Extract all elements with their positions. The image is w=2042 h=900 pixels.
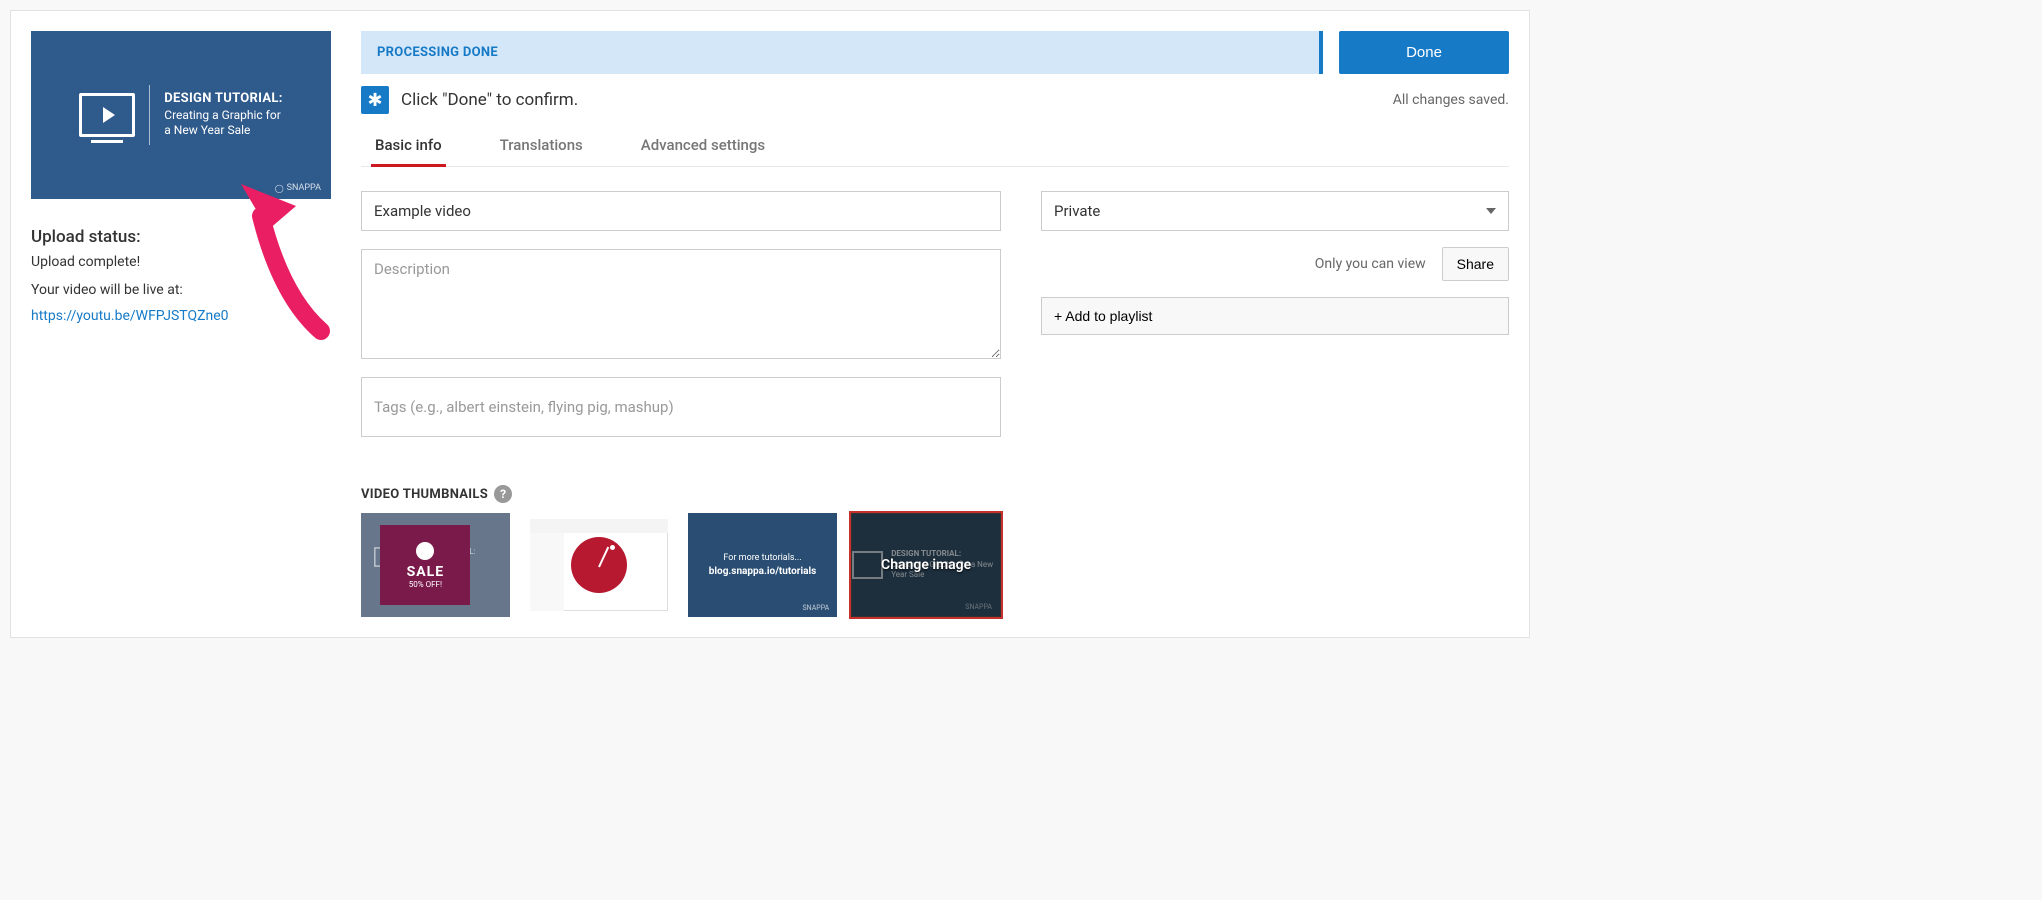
thumb3-line2: blog.snappa.io/tutorials	[709, 566, 816, 577]
processing-status-bar: PROCESSING DONE	[361, 31, 1323, 74]
video-url-link[interactable]: https://youtu.be/WFPJSTQZne0	[31, 308, 229, 324]
tab-basic-info[interactable]: Basic info	[371, 128, 446, 167]
help-icon[interactable]: ?	[494, 485, 512, 503]
video-title-input[interactable]	[361, 191, 1001, 231]
thumb1-pct: 50% OFF!	[409, 580, 442, 589]
thumb3-line1: For more tutorials...	[723, 553, 801, 563]
thumb-line1: Creating a Graphic for	[164, 108, 282, 124]
video-live-text: Your video will be live at:	[31, 281, 331, 301]
confirm-message: Click "Done" to confirm.	[401, 90, 578, 110]
thumb-line2: a New Year Sale	[164, 123, 282, 139]
thumb-title: DESIGN TUTORIAL:	[164, 91, 282, 108]
upload-status-text: Upload complete!	[31, 253, 331, 273]
video-description-input[interactable]	[361, 249, 1001, 359]
privacy-select[interactable]: Private	[1041, 191, 1509, 231]
upload-status-heading: Upload status:	[31, 227, 331, 247]
upload-editor-panel: DESIGN TUTORIAL: Creating a Graphic for …	[10, 10, 1530, 638]
chevron-down-icon	[1486, 208, 1496, 214]
left-column: DESIGN TUTORIAL: Creating a Graphic for …	[31, 31, 331, 617]
privacy-note: Only you can view	[1315, 256, 1426, 272]
tabs: Basic info Translations Advanced setting…	[361, 128, 1509, 167]
changes-saved-text: All changes saved.	[1393, 92, 1509, 108]
change-image-label: Change image	[881, 557, 971, 573]
thumbnail-option-1[interactable]: DESIGN TUTORIAL: SALE 50% OFF!	[361, 513, 510, 617]
share-button[interactable]: Share	[1442, 247, 1509, 281]
video-thumbnail-preview: DESIGN TUTORIAL: Creating a Graphic for …	[31, 31, 331, 199]
privacy-selected-value: Private	[1054, 202, 1100, 220]
video-tags-input[interactable]	[361, 377, 1001, 437]
thumb1-sale: SALE	[407, 564, 444, 580]
thumbnail-option-2[interactable]	[524, 513, 673, 617]
star-icon: ✱	[361, 86, 389, 114]
tab-translations[interactable]: Translations	[496, 128, 587, 167]
thumb4-brand: SNAPPA	[965, 603, 992, 611]
play-icon	[79, 93, 135, 137]
done-button[interactable]: Done	[1339, 31, 1509, 74]
add-to-playlist-button[interactable]: + Add to playlist	[1041, 297, 1509, 335]
main-column: PROCESSING DONE Done ✱ Click "Done" to c…	[361, 31, 1509, 617]
tab-advanced-settings[interactable]: Advanced settings	[637, 128, 769, 167]
thumbnail-option-3[interactable]: For more tutorials... blog.snappa.io/tut…	[688, 513, 837, 617]
video-thumbnails-heading: VIDEO THUMBNAILS	[361, 487, 488, 502]
thumb-brand: SNAPPA	[275, 183, 321, 193]
thumb3-brand: SNAPPA	[803, 604, 830, 612]
thumbnail-option-4-selected[interactable]: DESIGN TUTORIAL: Creating a Graphic for …	[851, 513, 1001, 617]
